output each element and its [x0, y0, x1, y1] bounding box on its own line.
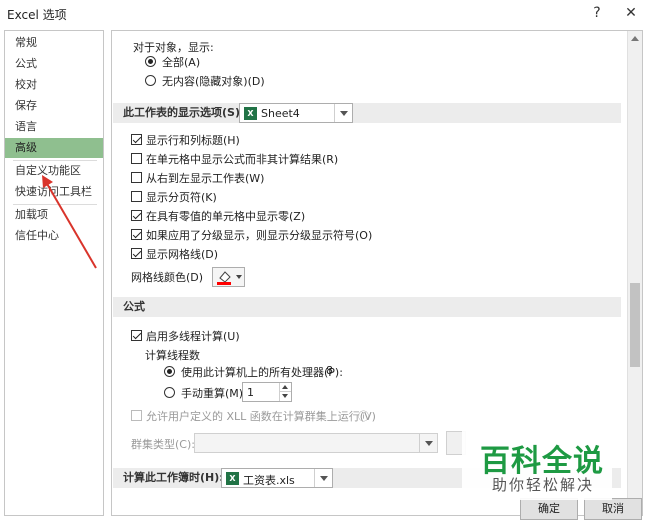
chevron-down-icon[interactable]: [334, 104, 352, 122]
excel-sheet-icon: X: [244, 107, 257, 120]
chevron-down-icon[interactable]: [314, 469, 332, 487]
manual-threads-radio[interactable]: [164, 387, 175, 398]
objects-heading: 对于对象，显示:: [133, 41, 214, 54]
cluster-type-dropdown[interactable]: [194, 433, 438, 453]
sheet-display-section-header: 此工作表的显示选项(S):: [113, 103, 621, 123]
formula-section-header: 公式: [113, 297, 621, 317]
paint-bucket-icon: [217, 271, 231, 285]
use-all-processors-label: 使用此计算机上的所有处理器(P):: [181, 366, 343, 379]
show-headers-checkbox[interactable]: [131, 134, 142, 145]
panel-scrollbar[interactable]: [627, 31, 642, 515]
processor-count: 8: [326, 364, 333, 377]
watermark-sub-text: 助你轻松解决: [492, 476, 595, 494]
workbook-select-dropdown[interactable]: X 工资表.xls: [221, 468, 333, 488]
excel-workbook-icon: X: [226, 472, 239, 485]
show-page-breaks-checkbox[interactable]: [131, 191, 142, 202]
show-outline-symbols-checkbox[interactable]: [131, 229, 142, 240]
show-gridlines-checkbox[interactable]: [131, 248, 142, 259]
sheet-display-section-label: 此工作表的显示选项(S):: [123, 106, 245, 119]
chevron-down-icon: [419, 434, 437, 452]
show-page-breaks-label: 显示分页符(K): [146, 191, 217, 204]
manual-threads-value: 1: [247, 386, 254, 399]
stepper-up-icon[interactable]: [279, 383, 291, 392]
cluster-type-label: 群集类型(C):: [131, 438, 195, 451]
show-gridlines-label: 显示网格线(D): [146, 248, 219, 261]
arrow-to-customize-ribbon: [45, 181, 97, 269]
show-all-objects-label: 全部(A): [162, 56, 201, 69]
show-zeros-checkbox[interactable]: [131, 210, 142, 221]
ok-button[interactable]: 确定: [520, 498, 578, 520]
manual-threads-label: 手动重算(M): [181, 387, 244, 400]
gridline-color-picker[interactable]: [212, 267, 245, 287]
xll-cluster-label: 允许用户定义的 XLL 函数在计算群集上运行(V): [146, 410, 376, 423]
chevron-down-icon: [236, 275, 242, 279]
cancel-button[interactable]: 取消: [584, 498, 642, 520]
show-headers-label: 显示行和列标题(H): [146, 134, 240, 147]
scroll-thumb[interactable]: [630, 283, 640, 367]
sheet-select-value: Sheet4: [261, 107, 300, 120]
gridline-color-label: 网格线颜色(D): [131, 271, 204, 284]
show-formulas-label: 在单元格中显示公式而非其计算结果(R): [146, 153, 339, 166]
hide-objects-label: 无内容(隐藏对象)(D): [162, 75, 265, 88]
workbook-select-value: 工资表.xls: [243, 474, 295, 487]
show-outline-symbols-label: 如果应用了分级显示，则显示分级显示符号(O): [146, 229, 373, 242]
use-all-processors-radio[interactable]: [164, 366, 175, 377]
stepper-down-icon[interactable]: [279, 392, 291, 401]
formula-section-label: 公式: [123, 300, 145, 313]
multithread-label: 启用多线程计算(U): [146, 330, 240, 343]
multithread-checkbox[interactable]: [131, 330, 142, 341]
thread-count-heading: 计算线程数: [145, 349, 200, 362]
sheet-select-dropdown[interactable]: X Sheet4: [239, 103, 353, 123]
info-icon: ⓘ: [358, 410, 369, 423]
right-to-left-checkbox[interactable]: [131, 172, 142, 183]
watermark: 百科全说 助你轻松解决: [462, 428, 612, 500]
show-formulas-checkbox[interactable]: [131, 153, 142, 164]
show-all-objects-radio[interactable]: [145, 56, 156, 67]
hide-objects-radio[interactable]: [145, 75, 156, 86]
scroll-up-icon[interactable]: [628, 31, 642, 46]
show-zeros-label: 在具有零值的单元格中显示零(Z): [146, 210, 306, 223]
workbook-calc-section-label: 计算此工作簿时(H):: [123, 471, 224, 484]
right-to-left-label: 从右到左显示工作表(W): [146, 172, 265, 185]
manual-threads-stepper[interactable]: 1: [242, 382, 292, 402]
gridline-color-swatch: [217, 282, 231, 285]
xll-cluster-checkbox[interactable]: [131, 410, 142, 421]
